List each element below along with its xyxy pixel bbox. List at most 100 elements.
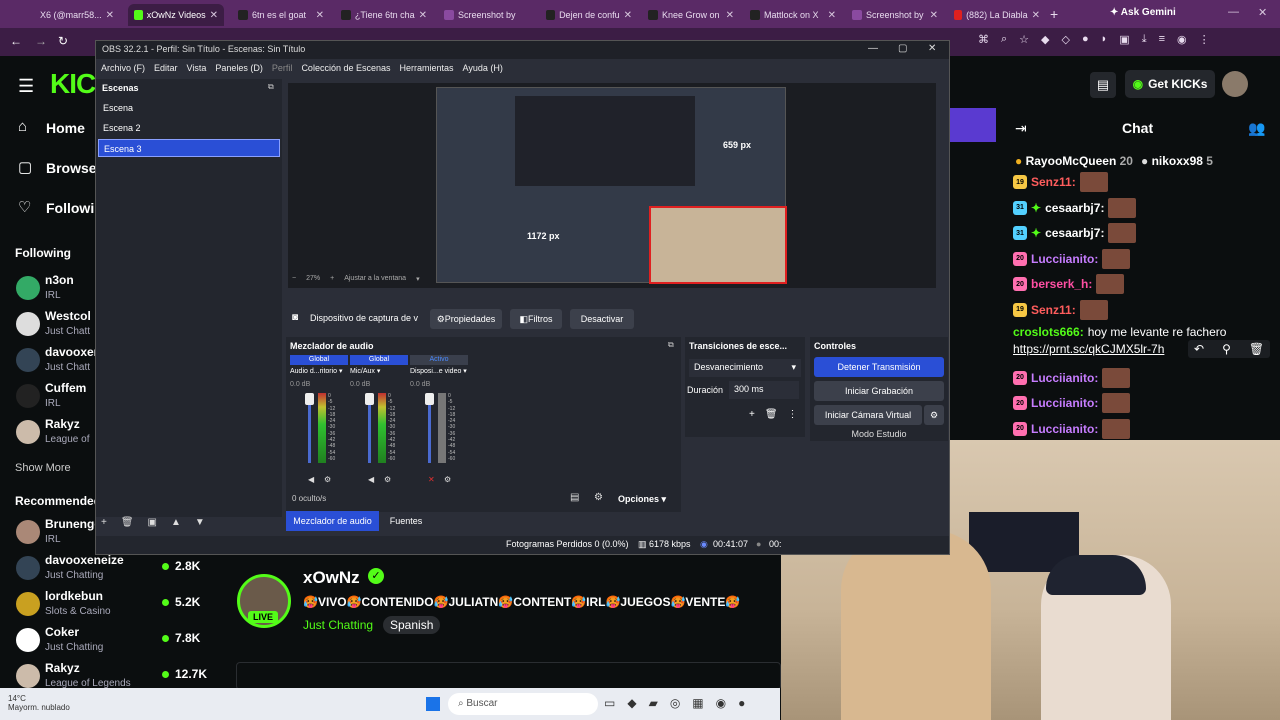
weather-widget[interactable]: 14°C Mayorm. nublado <box>8 694 70 712</box>
mixer-options-button[interactable]: Opciones ▾ <box>618 494 666 505</box>
extension-icon[interactable]: ● <box>1082 33 1089 51</box>
menu-icon[interactable]: ⋮ <box>1199 33 1210 51</box>
scene-item-selected[interactable]: Escena 3 <box>98 139 280 157</box>
zoom-in-icon[interactable]: + <box>330 275 334 283</box>
chat-username[interactable]: Lucciianito: <box>1031 252 1098 266</box>
close-tab-icon[interactable]: ✕ <box>316 10 324 21</box>
transition-select[interactable]: Desvanecimiento ▾ <box>689 359 801 377</box>
minimize-icon[interactable]: — <box>868 43 878 54</box>
minimize-window-icon[interactable]: — <box>1228 6 1239 18</box>
zoom-icon[interactable]: ⌕ <box>1001 33 1007 51</box>
hamburger-menu-icon[interactable]: ☰ <box>18 76 34 97</box>
recommended-item[interactable]: lordkebun Slots & Casino 5.2K <box>0 586 230 622</box>
close-tab-icon[interactable]: ✕ <box>106 10 114 21</box>
preview-area[interactable]: 1172 px 659 px − 27% + Ajustar a la ventana… <box>288 83 936 288</box>
streamer-name[interactable]: xOwNz <box>303 568 360 588</box>
chat-text[interactable]: https://prnt.sc/qkCJMX5lr-7h <box>1013 342 1164 356</box>
tab-0[interactable]: X6 (@marr58... ✕ <box>30 4 120 26</box>
deactivate-button[interactable]: Desactivar <box>570 309 634 329</box>
chat-username[interactable]: Lucciianito: <box>1031 396 1098 410</box>
fit-window-button[interactable]: Ajustar a la ventana <box>344 275 406 283</box>
obs-menu-item[interactable]: Colección de Escenas <box>301 63 390 73</box>
extension-icon[interactable]: ◆ <box>1041 33 1049 51</box>
collapse-chat-icon[interactable]: ⇥ <box>1015 120 1027 137</box>
reload-icon[interactable]: ↻ <box>58 34 68 48</box>
obs-menu-item[interactable]: Ayuda (H) <box>463 63 503 73</box>
file-explorer-icon[interactable]: ▰ <box>649 696 658 710</box>
studio-mode-button[interactable]: Modo Estudio <box>814 429 944 439</box>
back-icon[interactable]: ← <box>10 34 22 48</box>
extension-icon[interactable]: ◗ <box>1101 33 1108 51</box>
chat-username[interactable]: Lucciianito: <box>1031 422 1098 436</box>
trash-icon[interactable]: 🗑 <box>121 517 134 528</box>
obs-menu-item[interactable]: Vista <box>187 63 207 73</box>
chat-username[interactable]: berserk_h: <box>1031 277 1092 291</box>
close-icon[interactable]: ✕ <box>928 43 936 54</box>
close-tab-icon[interactable]: ✕ <box>624 10 632 21</box>
user-avatar[interactable] <box>1222 71 1248 97</box>
forward-icon[interactable]: → <box>35 34 47 48</box>
speaker-icon[interactable]: ✕ <box>428 475 435 484</box>
bookmark-icon[interactable]: ☆ <box>1019 33 1029 51</box>
reply-icon[interactable]: ↶ <box>1194 342 1204 356</box>
tab-8[interactable]: Screenshot by ✕ <box>846 4 944 26</box>
channel-settings-icon[interactable]: ⚙ <box>444 475 451 484</box>
chat-username[interactable]: Lucciianito: <box>1031 371 1098 385</box>
puzzle-icon[interactable]: ▣ <box>1119 33 1129 51</box>
show-more-link[interactable]: Show More <box>15 462 71 474</box>
chrome-icon[interactable]: ◉ <box>716 696 726 710</box>
get-kicks-button[interactable]: ◉ Get KICKs <box>1125 70 1215 98</box>
duration-input[interactable]: 300 ms <box>729 381 799 399</box>
properties-button[interactable]: ⚙ Propiedades <box>430 309 502 329</box>
extension-icon[interactable]: ◇ <box>1062 33 1070 51</box>
tab-7[interactable]: Mattlock on X ✕ <box>744 4 842 26</box>
tab-sources[interactable]: Fuentes <box>386 511 426 531</box>
add-icon[interactable]: + <box>749 409 755 420</box>
channel-name[interactable]: Mic/Aux ▾ <box>350 367 408 375</box>
windows-start-icon[interactable] <box>426 697 440 711</box>
virtual-camera-settings-icon[interactable]: ⚙ <box>924 405 944 425</box>
volume-slider-handle[interactable] <box>365 393 374 405</box>
chat-username[interactable]: Senz11: <box>1031 175 1076 189</box>
channel-settings-icon[interactable]: ⚙ <box>324 475 331 484</box>
tab-audio-mixer[interactable]: Mezclador de audio <box>286 511 379 531</box>
gifter[interactable]: ● RayooMcQueen 20 <box>1015 154 1133 168</box>
media-icon[interactable]: ≡ <box>1159 33 1165 51</box>
ask-gemini-button[interactable]: ✦ Ask Gemini <box>1110 7 1176 18</box>
obs-menu-item[interactable]: Herramientas <box>400 63 454 73</box>
tab-4[interactable]: Screenshot by <box>438 4 536 26</box>
tab-3[interactable]: ¿Tiene 6tn cha ✕ <box>335 4 433 26</box>
scene-item[interactable]: Escena 2 <box>98 119 280 137</box>
chat-users-icon[interactable]: 👥 <box>1248 120 1265 137</box>
zoom-out-icon[interactable]: − <box>292 275 296 283</box>
tab-9[interactable]: (882) La Diabla ✕ <box>948 4 1046 26</box>
tab-1[interactable]: xOwNz Videos ✕ <box>128 4 224 26</box>
filter-icon[interactable]: ▣ <box>148 517 157 528</box>
tab-2[interactable]: 6tn es el goat ✕ <box>232 4 330 26</box>
language-tag[interactable]: Spanish <box>383 616 441 634</box>
obs-menu-item[interactable]: Paneles (D) <box>215 63 263 73</box>
up-icon[interactable]: ▲ <box>171 517 181 528</box>
close-tab-icon[interactable]: ✕ <box>419 10 427 21</box>
channel-settings-icon[interactable]: ⚙ <box>384 475 391 484</box>
close-window-icon[interactable]: ✕ <box>1258 6 1267 19</box>
stop-stream-button[interactable]: Detener Transmisión <box>814 357 944 377</box>
obs-menu-item[interactable]: Perfil <box>272 63 293 73</box>
channel-name[interactable]: Audio d...ritorio ▾ <box>290 367 348 375</box>
close-tab-icon[interactable]: ✕ <box>210 10 218 21</box>
widgets-icon[interactable]: ◆ <box>627 696 636 710</box>
close-tab-icon[interactable]: ✕ <box>1032 10 1040 21</box>
new-tab-button[interactable]: + <box>1050 6 1058 22</box>
profile-icon[interactable]: ◉ <box>1177 33 1187 51</box>
speaker-icon[interactable]: ◀ <box>308 475 314 484</box>
library-icon[interactable]: ▤ <box>1090 72 1116 98</box>
volume-slider-handle[interactable] <box>305 393 314 405</box>
trash-icon[interactable]: 🗑 <box>765 409 778 420</box>
translate-icon[interactable]: ⌘ <box>978 33 989 51</box>
add-icon[interactable]: + <box>101 517 107 528</box>
nav-home[interactable]: Home <box>46 120 85 136</box>
close-tab-icon[interactable]: ✕ <box>930 10 938 21</box>
gifter[interactable]: ● nikoxx98 5 <box>1141 154 1213 168</box>
recommended-item[interactable]: davooxeneize Just Chatting 2.8K <box>0 550 230 586</box>
obs-menu-item[interactable]: Editar <box>154 63 178 73</box>
